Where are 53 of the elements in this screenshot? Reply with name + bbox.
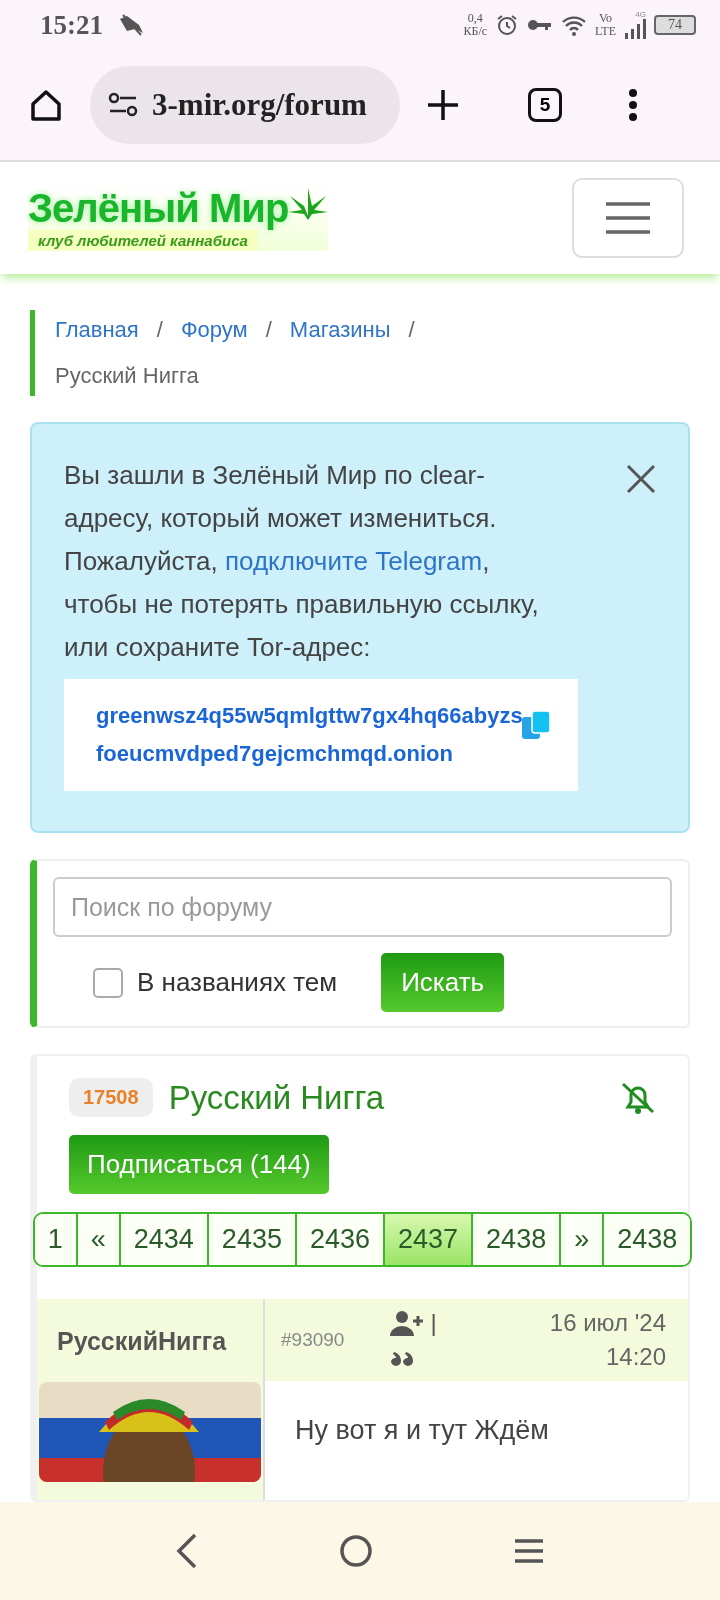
tab-count-button[interactable]: 5 — [528, 88, 562, 122]
page-link[interactable]: 2438 — [602, 1214, 691, 1265]
recents-icon[interactable] — [513, 1538, 545, 1564]
post-date: 16 июл '24 — [549, 1309, 666, 1337]
separator: | — [430, 1309, 437, 1337]
network-type: Vo LTE — [595, 12, 616, 38]
key-icon — [527, 17, 554, 33]
bell-off-icon[interactable] — [620, 1080, 656, 1115]
address-bar[interactable]: 3-mir.org/forum — [90, 66, 400, 144]
wifi-icon — [561, 14, 588, 36]
page-link[interactable]: » — [559, 1214, 603, 1265]
more-icon[interactable] — [628, 88, 638, 122]
logo-subtitle: клуб любителей каннабиса — [28, 229, 258, 251]
plus-icon[interactable] — [426, 88, 460, 122]
breadcrumb-separator: / — [156, 316, 163, 344]
network-generation: 4G — [635, 11, 646, 19]
onion-address[interactable]: greenwsz4q55w5qmlgttw7gx4hq66abyzsfoeucmvdped7gejcmchmqd.onion — [96, 697, 526, 773]
topic-title: Русский Нигга — [168, 1078, 386, 1117]
breadcrumb-current: Русский Нигга — [55, 362, 199, 390]
menu-icon[interactable] — [604, 200, 652, 236]
breadcrumb-link[interactable]: Магазины — [289, 312, 391, 348]
topic-id: 17508 — [69, 1078, 153, 1117]
home-icon[interactable] — [28, 87, 64, 123]
back-icon[interactable] — [175, 1533, 199, 1569]
signal-icon — [624, 19, 646, 39]
url-text[interactable]: 3-mir.org/forum — [152, 87, 367, 123]
battery-indicator: 74 — [654, 15, 696, 35]
page-link[interactable]: 2434 — [118, 1214, 207, 1265]
home-circle-icon[interactable] — [339, 1534, 373, 1568]
breadcrumb-separator: / — [408, 316, 415, 344]
site-settings-icon[interactable] — [108, 92, 138, 118]
network-speed: 0,4 КБ/с — [463, 12, 488, 38]
checkbox[interactable] — [93, 967, 123, 998]
copy-icon[interactable] — [520, 709, 552, 741]
page-link[interactable]: 2438 — [471, 1214, 560, 1265]
page-link[interactable]: 2437 — [383, 1214, 472, 1265]
breadcrumb-separator: / — [265, 316, 272, 344]
post-time: 14:20 — [605, 1343, 666, 1371]
clock-time: 15:21 — [40, 9, 103, 41]
telegram-link[interactable]: подключите Telegram — [224, 546, 483, 576]
page-link[interactable]: « — [75, 1214, 119, 1265]
add-user-icon[interactable] — [390, 1310, 425, 1336]
menu-button[interactable] — [572, 178, 684, 258]
checkbox-label[interactable]: В названиях тем — [137, 967, 338, 998]
notice-text: Вы зашли в Зелёный Мир по clear-адресу, который может измениться. Пожалуйста, подключите Telegram, чтобы не потерять правильную ссылку, или сохраните Tor-адрес: — [64, 459, 540, 664]
post-text: Ну вот я и тут Ждём — [295, 1415, 550, 1446]
search-field[interactable]: Поиск по форуму — [53, 877, 672, 937]
close-icon[interactable] — [626, 464, 656, 494]
page-link[interactable]: 2435 — [206, 1214, 295, 1265]
page-link[interactable]: 1 — [34, 1214, 76, 1265]
breadcrumb-link[interactable]: Форум — [180, 312, 248, 348]
breadcrumb-link[interactable]: Главная — [55, 312, 139, 348]
page-link[interactable]: 2436 — [294, 1214, 383, 1265]
